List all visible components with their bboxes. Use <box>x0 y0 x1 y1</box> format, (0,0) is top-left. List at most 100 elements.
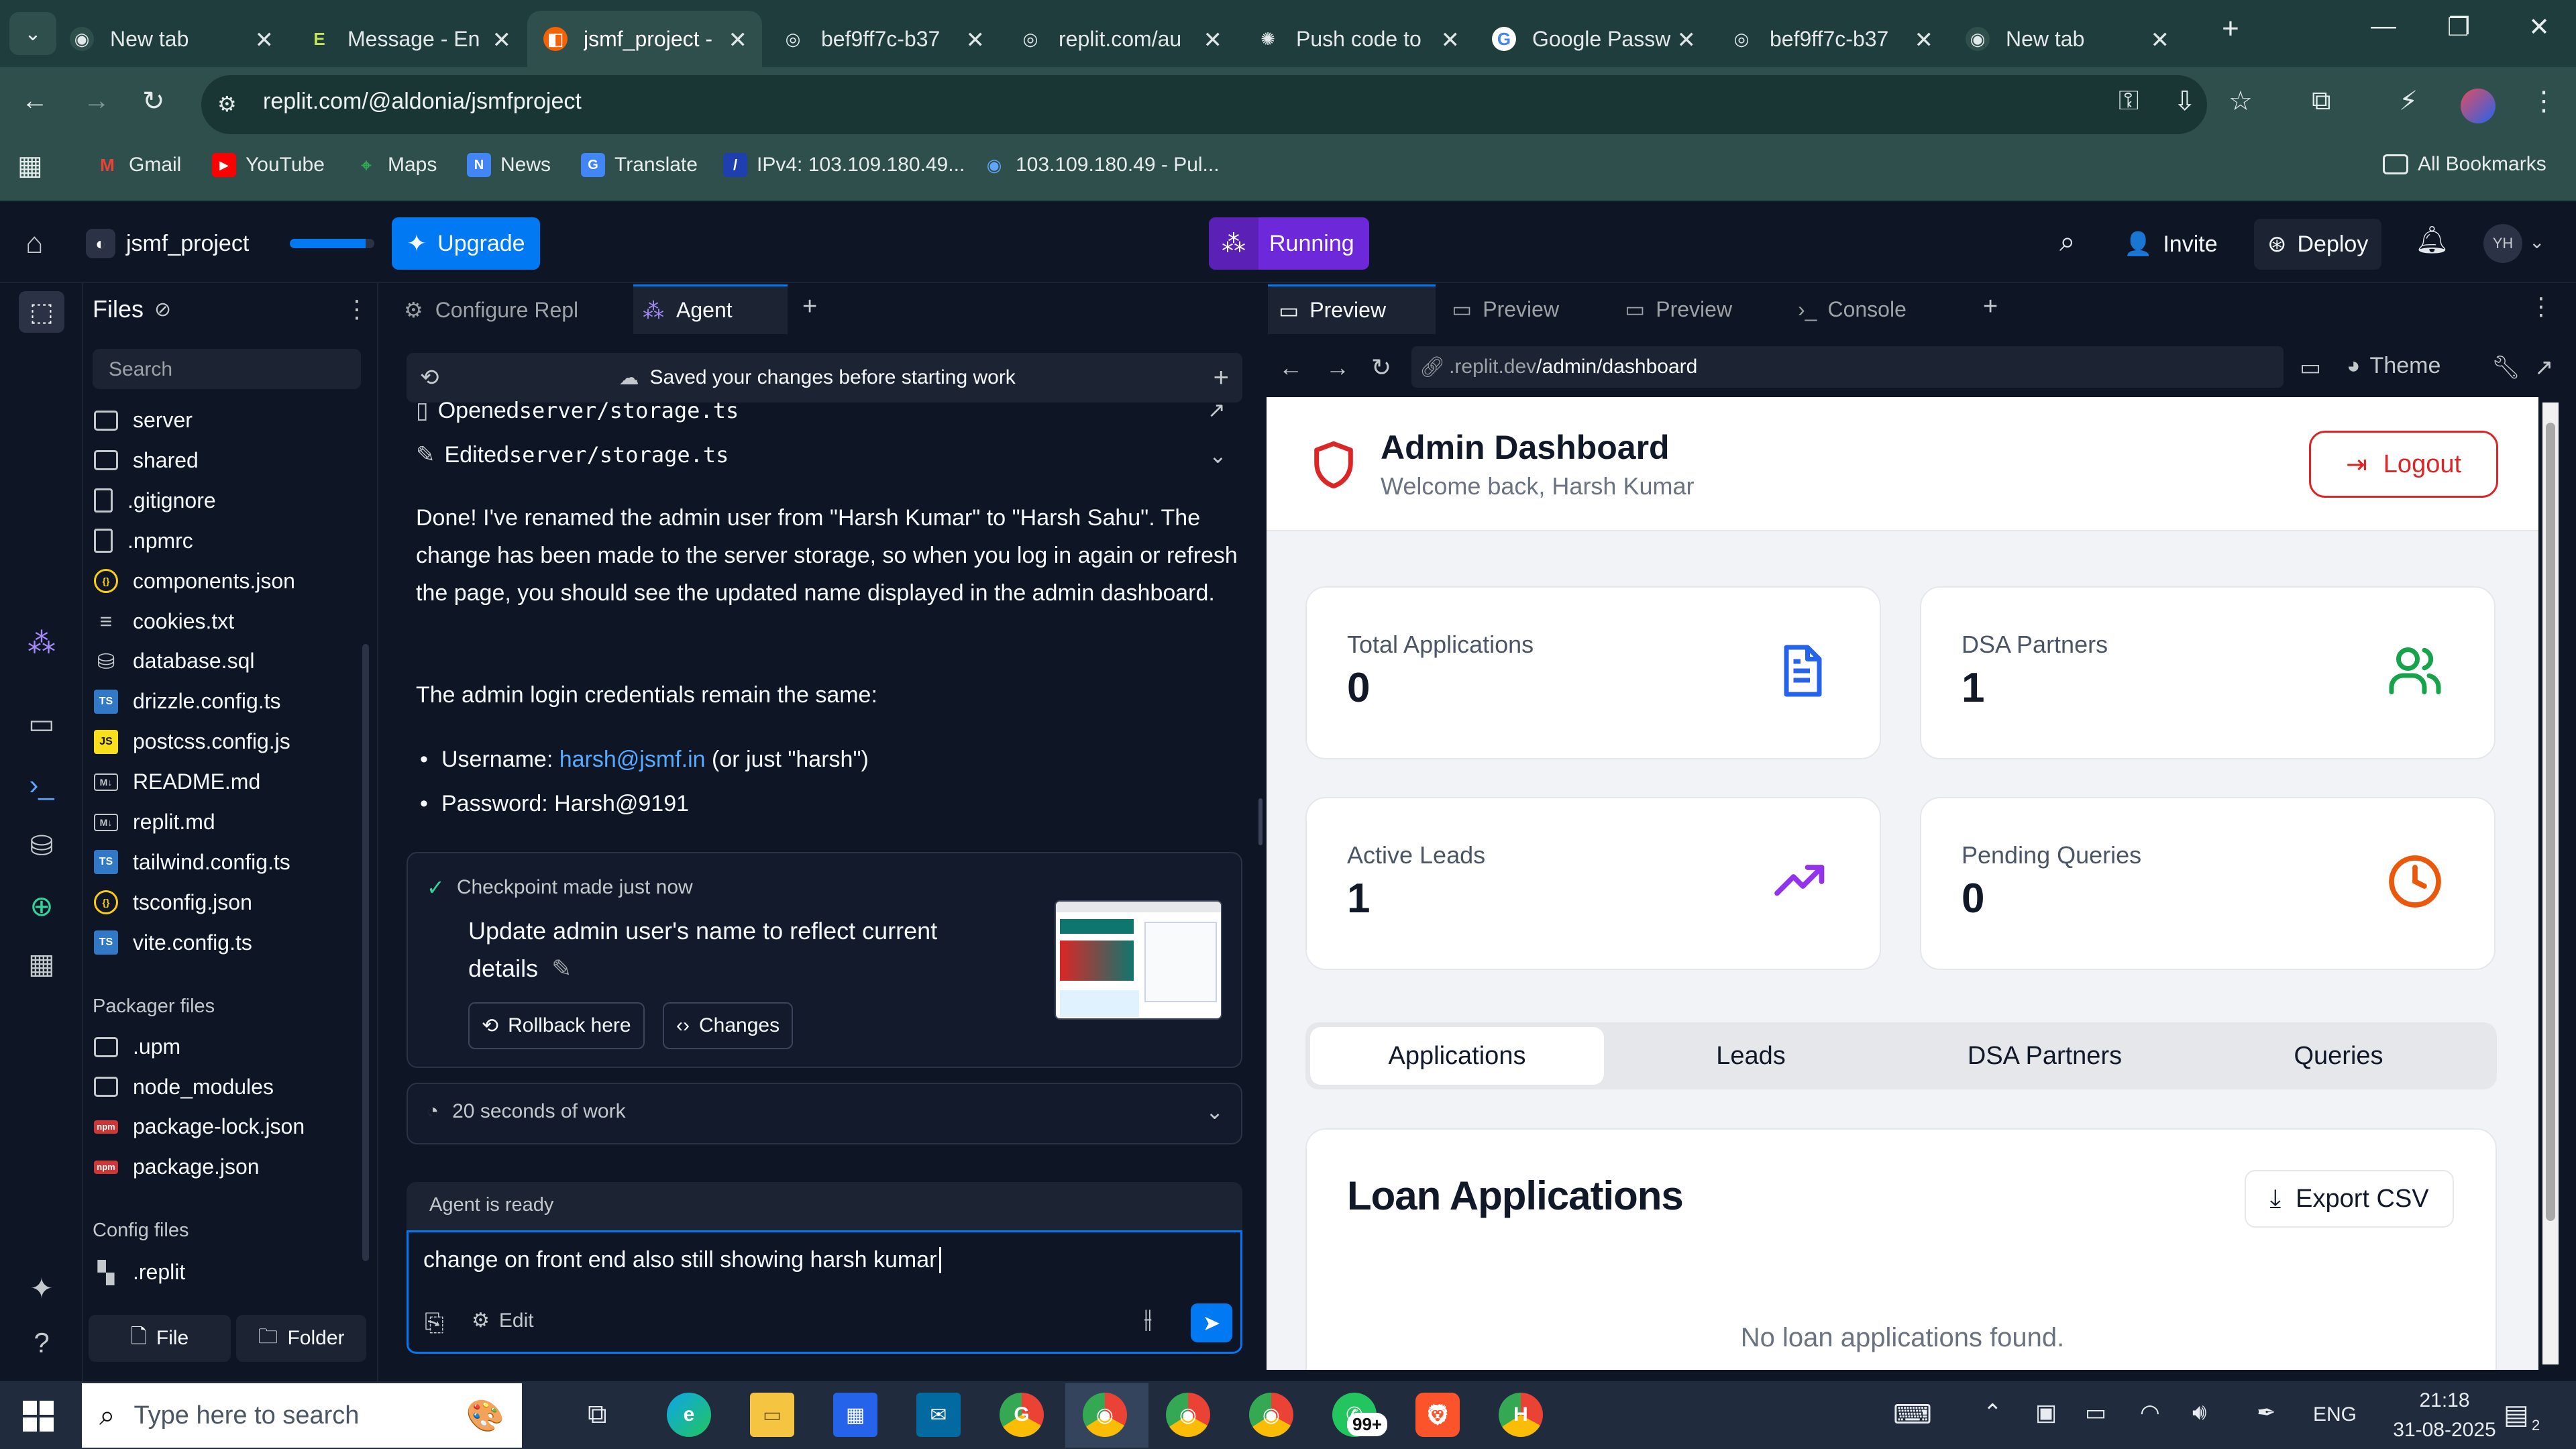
browser-tab[interactable]: E Message - En ✕ <box>291 11 526 67</box>
files-tool-icon[interactable]: ⬚ <box>19 291 64 333</box>
send-button[interactable]: ➤ <box>1191 1303 1232 1342</box>
bookmark-star-icon[interactable]: ☆ <box>2229 86 2253 117</box>
tab-queries[interactable]: Queries <box>2192 1027 2485 1085</box>
close-tab-icon[interactable]: ✕ <box>729 27 748 54</box>
attach-icon[interactable]: ⎘ <box>425 1309 444 1338</box>
bookmark-translate[interactable]: G Translate <box>581 153 698 177</box>
pen-icon[interactable]: ✒ <box>2257 1399 2276 1426</box>
mail-icon[interactable]: ✉ <box>916 1393 961 1437</box>
file-tree-item[interactable]: npm package-lock.json <box>94 1114 305 1139</box>
back-icon[interactable]: ← <box>21 86 48 116</box>
close-tab-icon[interactable]: ✕ <box>2151 27 2170 54</box>
taskbar-search-box[interactable]: ⌕ Type here to search 🎨 <box>82 1383 522 1448</box>
chrome-active-icon[interactable]: ◉ <box>1083 1393 1127 1437</box>
agent-tool-icon[interactable]: ⁂ <box>23 627 60 659</box>
logout-button[interactable]: ⇥ Logout <box>2309 431 2498 498</box>
files-menu-icon[interactable]: ⋮ <box>345 295 369 323</box>
apps-grid-icon[interactable]: ▦ <box>17 150 43 181</box>
file-tree-item[interactable]: TS drizzle.config.ts <box>94 689 281 714</box>
profile-avatar[interactable] <box>2461 89 2496 123</box>
theme-button[interactable]: ◕ Theme <box>2347 353 2440 379</box>
tab-preview[interactable]: ▭ Preview <box>1614 284 1782 334</box>
open-external-icon[interactable]: ↗ <box>1208 397 1226 423</box>
bookmark-ip-lookup[interactable]: ◉ 103.109.180.49 - Pul... <box>982 153 1220 177</box>
file-tree-item[interactable]: M↓ replit.md <box>94 810 215 835</box>
site-info-icon[interactable]: ⚙ <box>217 91 237 117</box>
new-file-button[interactable]: 🗋 File <box>89 1315 231 1362</box>
all-bookmarks[interactable]: All Bookmarks <box>2383 153 2546 176</box>
meet-now-icon[interactable]: ▣ <box>2035 1399 2057 1426</box>
ai-sparkle-icon[interactable]: ✦ <box>23 1272 60 1305</box>
export-csv-button[interactable]: ⤓ Export CSV <box>2245 1170 2454 1228</box>
add-icon[interactable]: + <box>1214 363 1229 393</box>
chrome-profile-g-icon[interactable]: G <box>1000 1393 1044 1437</box>
avatar-chevron-icon[interactable]: ⌄ <box>2529 231 2544 253</box>
new-pane-tab-icon[interactable]: + <box>1983 292 1998 321</box>
bookmark-ipv4[interactable]: / IPv4: 103.109.180.49... <box>723 153 965 177</box>
tray-overflow-icon[interactable]: ⌃ <box>1983 1399 2002 1426</box>
pane-menu-icon[interactable]: ⋮ <box>2529 292 2553 321</box>
tab-agent[interactable]: ⁂ Agent <box>633 284 788 334</box>
deploy-button[interactable]: ⊛ Deploy <box>2254 219 2382 270</box>
file-tree-item[interactable]: .upm <box>94 1034 180 1059</box>
file-tree-item[interactable]: shared <box>94 448 199 473</box>
project-name-button[interactable]: ◐ jsmf_project <box>83 223 252 264</box>
webview-tool-icon[interactable]: ▭ <box>23 707 60 740</box>
install-app-icon[interactable]: ⇩ <box>2174 86 2196 117</box>
open-new-window-icon[interactable]: ↗ <box>2534 354 2554 381</box>
edge-icon[interactable]: e <box>667 1393 711 1437</box>
microsoft-store-icon[interactable]: ▦ <box>833 1393 877 1437</box>
file-tree-item[interactable]: ≡ cookies.txt <box>94 609 235 634</box>
password-key-icon[interactable]: ⚿ <box>2118 86 2139 116</box>
webview-forward-icon[interactable]: → <box>1326 354 1350 382</box>
search-icon[interactable]: ⌕ <box>2059 225 2076 258</box>
close-tab-icon[interactable]: ✕ <box>255 27 274 54</box>
browser-tab[interactable]: ◧ jsmf_project - ✕ <box>527 11 762 67</box>
upgrade-button[interactable]: ✦ Upgrade <box>392 217 540 270</box>
new-tab-button[interactable]: + <box>2200 12 2261 46</box>
notification-center-icon[interactable]: ▤ <box>2504 1399 2529 1430</box>
bookmark-news[interactable]: N News <box>467 153 551 177</box>
webview-scrollbar[interactable] <box>2542 402 2559 1364</box>
close-tab-icon[interactable]: ✕ <box>966 27 985 54</box>
restore-button[interactable]: ❐ <box>2428 12 2489 42</box>
clock[interactable]: 21:18 31-08-2025 <box>2385 1386 2504 1445</box>
close-tab-icon[interactable]: ✕ <box>1441 27 1460 54</box>
files-search-input[interactable]: Search <box>93 349 361 389</box>
file-tree-item[interactable]: ⛁ database.sql <box>94 649 255 674</box>
expand-work-chevron-icon[interactable]: ⌄ <box>1205 1099 1224 1124</box>
new-folder-button[interactable]: 🗀 Folder <box>236 1315 366 1362</box>
expand-chevron-icon[interactable]: ⌄ <box>1209 443 1227 468</box>
opened-file-action[interactable]: ▯ Opened server/storage.ts <box>416 397 739 424</box>
files-scrollbar[interactable] <box>362 644 369 1261</box>
forward-icon[interactable]: → <box>83 86 110 116</box>
browser-tab[interactable]: ◎ bef9ff7c-b37 ✕ <box>765 11 1000 67</box>
agent-input-field[interactable]: change on front end also still showing h… <box>407 1230 1242 1354</box>
bookmark-youtube[interactable]: ▶ YouTube <box>212 153 325 177</box>
chrome-profile-h-icon[interactable]: H <box>1499 1393 1543 1437</box>
performance-icon[interactable]: ⚡ <box>2399 86 2418 117</box>
changes-button[interactable]: ‹› Changes <box>663 1002 794 1049</box>
file-tree-item[interactable]: server <box>94 408 193 433</box>
tab-leads[interactable]: Leads <box>1604 1027 1898 1085</box>
devices-icon[interactable]: ▭ <box>2300 354 2321 381</box>
edit-mode-button[interactable]: ⚙ Edit <box>472 1309 534 1332</box>
file-tree-item[interactable]: {} components.json <box>94 569 295 594</box>
url-text[interactable]: replit.com/@aldonia/jsmfproject <box>263 89 582 115</box>
file-tree-item[interactable]: node_modules <box>94 1075 274 1099</box>
webview-reload-icon[interactable]: ↻ <box>1371 354 1391 382</box>
battery-icon[interactable]: ▭ <box>2085 1399 2106 1426</box>
file-tree-item[interactable]: M↓ README.md <box>94 769 260 794</box>
user-avatar[interactable]: YH <box>2483 224 2522 263</box>
browser-tab[interactable]: ◉ New tab ✕ <box>1949 11 2184 67</box>
file-tree-item[interactable]: npm package.json <box>94 1155 260 1179</box>
webview-back-icon[interactable]: ← <box>1279 354 1303 382</box>
close-tab-icon[interactable]: ✕ <box>1203 27 1223 54</box>
webview-url-field[interactable]: 🔗︎ .replit.dev/admin/dashboard <box>1411 346 2284 388</box>
rollback-button[interactable]: ⟲ Rollback here <box>468 1002 645 1049</box>
new-tab-plus-icon[interactable]: + <box>802 292 817 321</box>
tab-dsa-partners[interactable]: DSA Partners <box>1898 1027 2192 1085</box>
edited-file-action[interactable]: ✎ Edited server/storage.ts <box>416 441 729 468</box>
username-email-link[interactable]: harsh@jsmf.in <box>559 747 706 772</box>
file-tree-item[interactable]: JS postcss.config.js <box>94 729 290 754</box>
